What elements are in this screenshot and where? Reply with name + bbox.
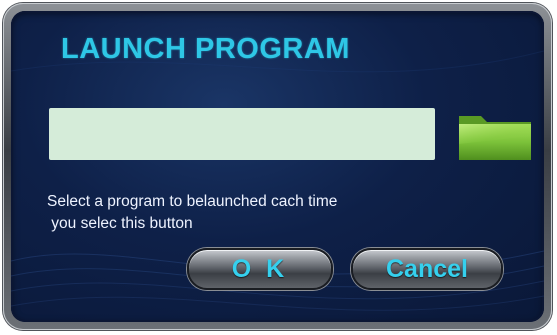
dialog-panel: LAUNCH PROGRAM Select a program to belau… <box>11 11 544 322</box>
program-path-input[interactable] <box>49 108 435 160</box>
browse-folder-button[interactable] <box>455 106 535 164</box>
hint-text: Select a program to belaunched cach time… <box>47 191 507 235</box>
cancel-button[interactable]: Cancel <box>351 248 503 290</box>
dialog-title: LAUNCH PROGRAM <box>61 33 350 65</box>
hint-line-2: you selec this button <box>47 215 193 232</box>
launch-program-dialog: LAUNCH PROGRAM Select a program to belau… <box>3 3 552 330</box>
hint-line-1: Select a program to belaunched cach time <box>47 193 338 210</box>
folder-icon <box>459 116 531 160</box>
ok-button[interactable]: O K <box>187 248 333 290</box>
